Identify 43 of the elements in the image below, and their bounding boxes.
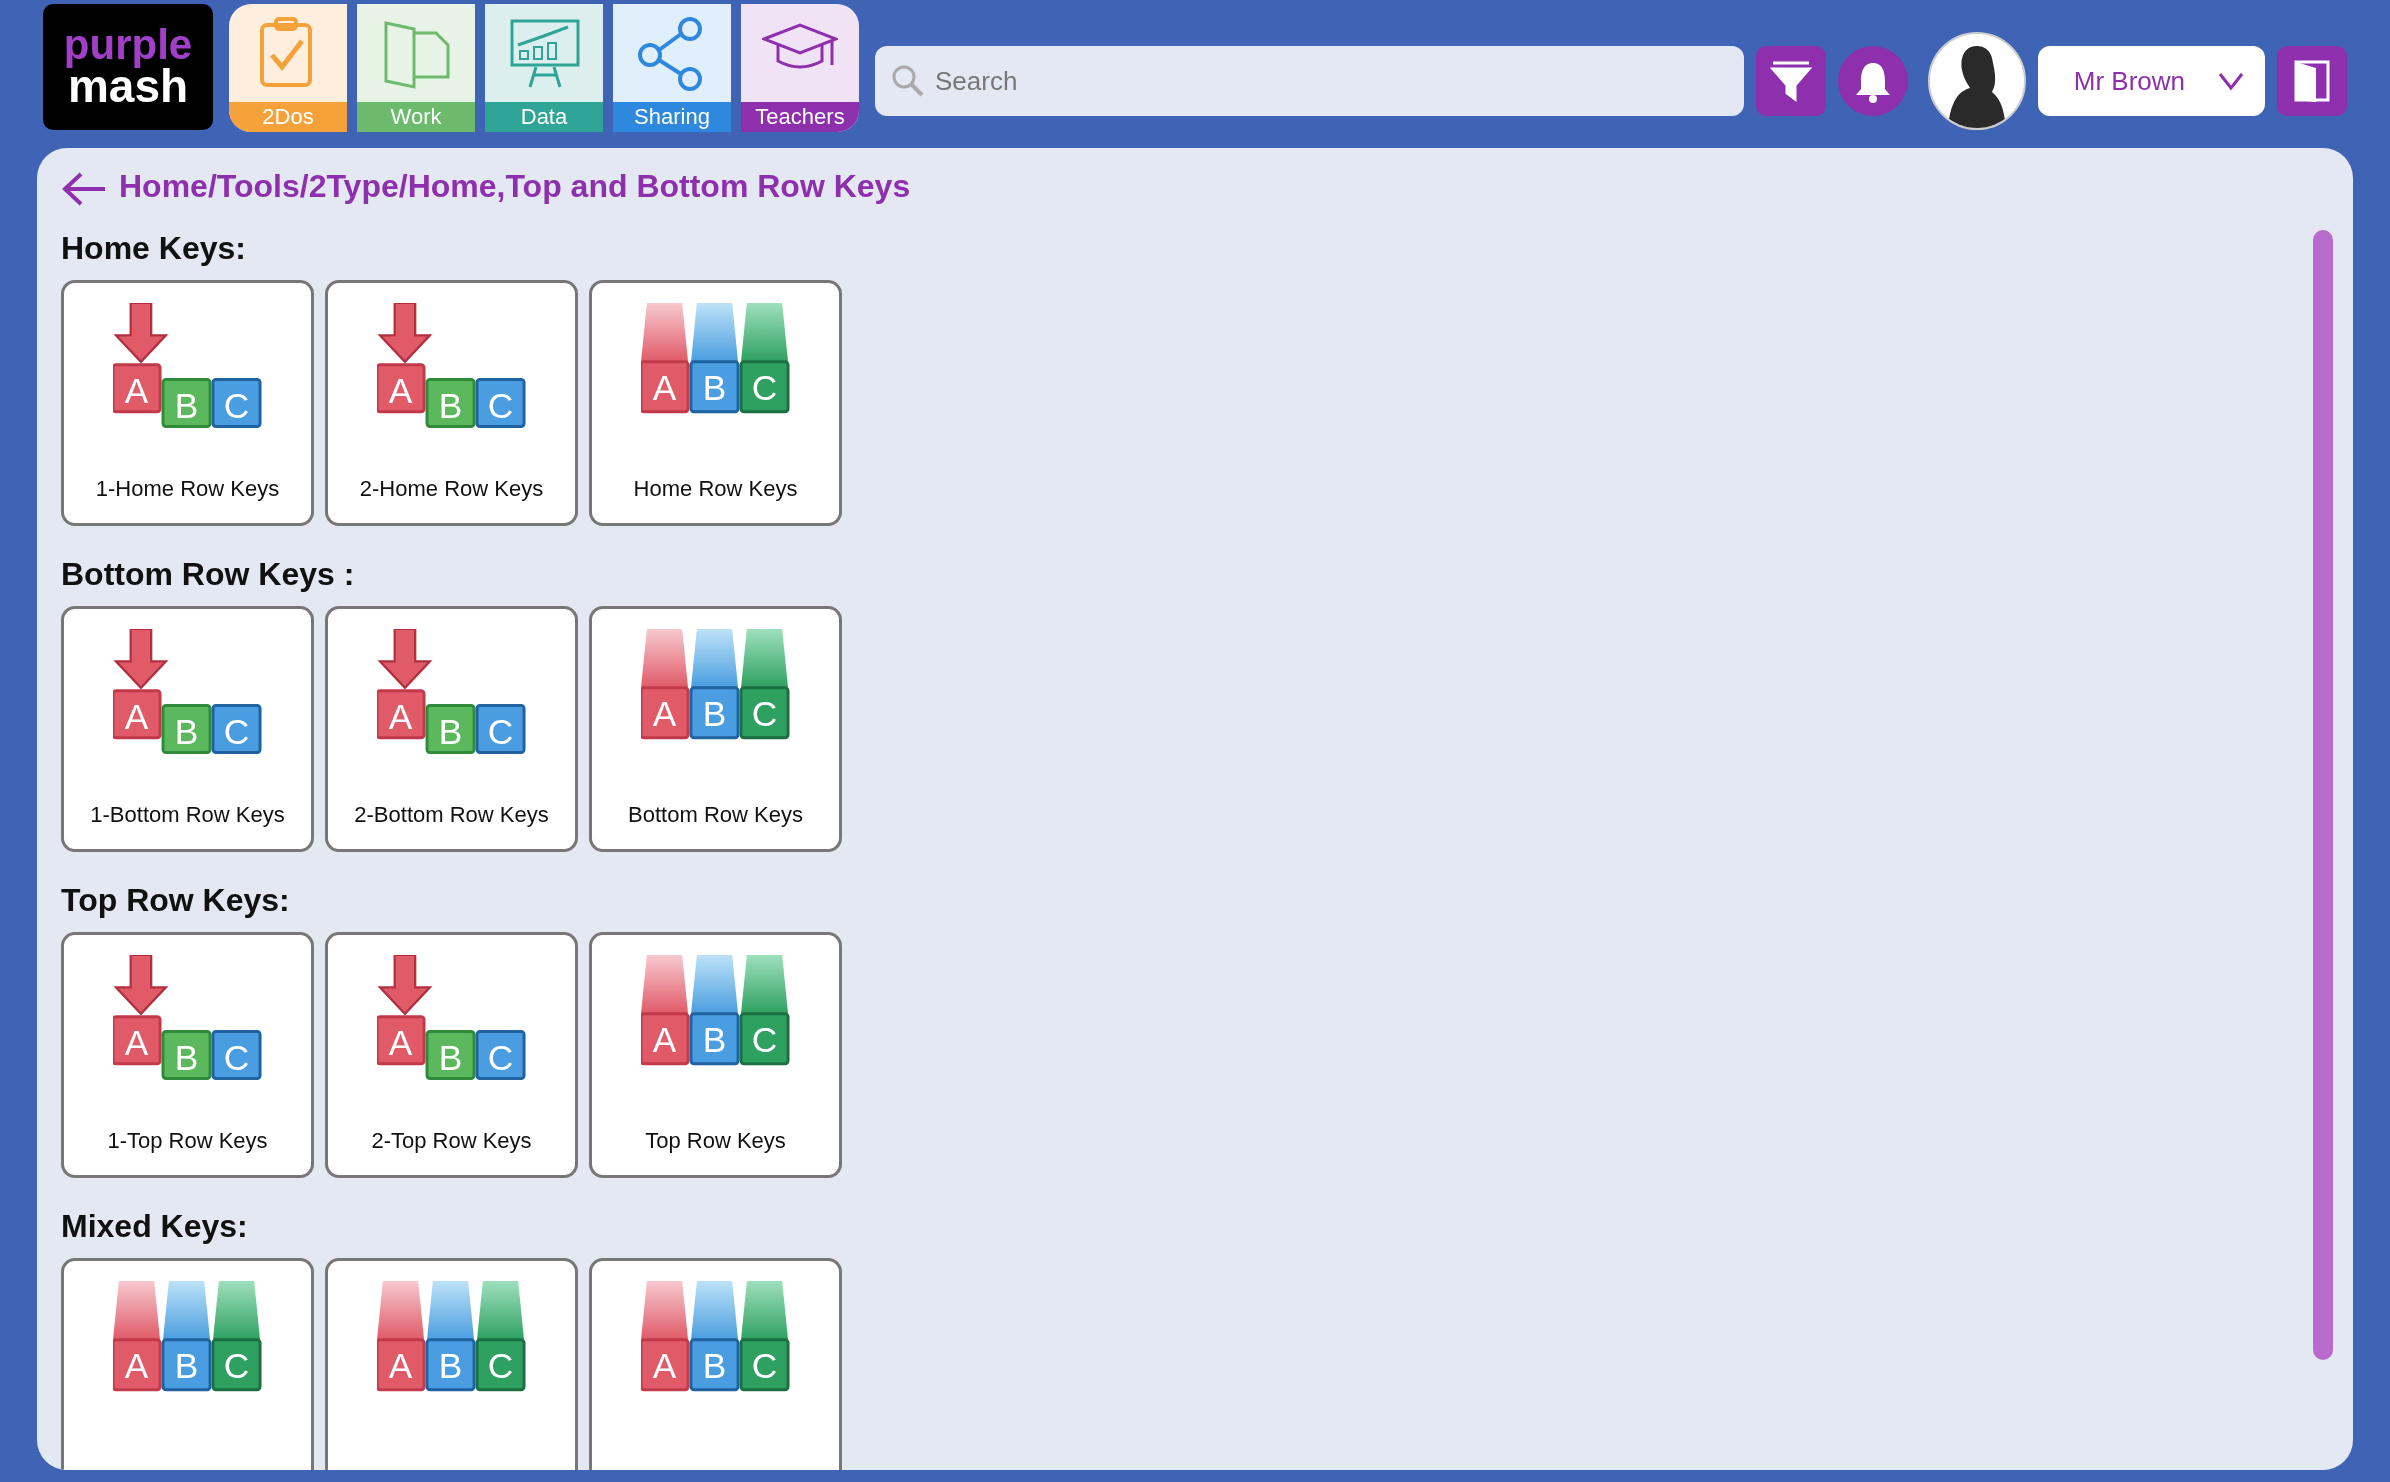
abc-blocks-stack-drawing: A B C: [640, 955, 791, 1067]
abc-blocks-arrow-drawing: A B C: [376, 303, 527, 430]
activity-tile[interactable]: A B C 2-Home Row Keys: [325, 280, 578, 526]
filter-button[interactable]: [1755, 46, 1826, 116]
user-menu-button[interactable]: Mr Brown: [2037, 46, 2265, 116]
activity-tile[interactable]: A B C 2-Top Row Keys: [325, 932, 578, 1178]
section-heading: Home Keys:: [61, 229, 247, 268]
abc-blocks-stack-drawing: A B C: [640, 1281, 791, 1393]
activity-tile[interactable]: A B C 1-Bottom Row Keys: [61, 606, 314, 852]
search-field[interactable]: Search: [875, 46, 1744, 116]
abc-blocks-stack-drawing: A B C: [640, 303, 791, 415]
abc-blocks-stack-drawing: A B C: [640, 629, 791, 741]
section-heading: Top Row Keys:: [61, 881, 291, 920]
door-icon: [2292, 58, 2332, 104]
scrollbar[interactable]: [2313, 230, 2333, 1360]
caret-icon: [2217, 71, 2245, 91]
exit-button[interactable]: [2277, 46, 2347, 116]
nav-tab[interactable]: Teachers: [741, 4, 859, 132]
logo-text: purple: [63, 25, 193, 66]
activity-tile[interactable]: A B C Top Row Keys: [589, 932, 842, 1178]
section-heading: Mixed Keys:: [61, 1207, 249, 1246]
activity-tile[interactable]: A B C: [589, 1258, 842, 1470]
abc-blocks-stack-drawing: A B C: [112, 1281, 263, 1393]
abc-blocks-arrow-drawing: A B C: [376, 955, 527, 1082]
section-heading: Bottom Row Keys :: [61, 555, 356, 594]
abc-blocks-arrow-drawing: A B C: [112, 303, 263, 430]
breadcrumb[interactable]: Home/Tools/2Type/Home,Top and Bottom Row Keys: [119, 162, 911, 210]
activity-tile[interactable]: A B C Bottom Row Keys: [589, 606, 842, 852]
activity-tile[interactable]: A B C 1-Top Row Keys: [61, 932, 314, 1178]
back-arrow-icon: [61, 170, 107, 207]
activity-tile[interactable]: A B C Home Row Keys: [589, 280, 842, 526]
nav-tab[interactable]: Sharing: [613, 4, 731, 132]
filter-icon: [1768, 59, 1813, 103]
logo[interactable]: purple mash: [43, 4, 213, 130]
activity-tile[interactable]: A B C: [61, 1258, 314, 1470]
activity-tile[interactable]: A B C 2-Bottom Row Keys: [325, 606, 578, 852]
abc-blocks-arrow-drawing: A B C: [112, 629, 263, 756]
abc-blocks-stack-drawing: A B C: [376, 1281, 527, 1393]
activity-tile[interactable]: A B C 1-Home Row Keys: [61, 280, 314, 526]
abc-blocks-arrow-drawing: A B C: [112, 955, 263, 1082]
abc-blocks-arrow-drawing: A B C: [376, 629, 527, 756]
activity-tile[interactable]: A B C: [325, 1258, 578, 1470]
search-icon: [891, 64, 925, 98]
